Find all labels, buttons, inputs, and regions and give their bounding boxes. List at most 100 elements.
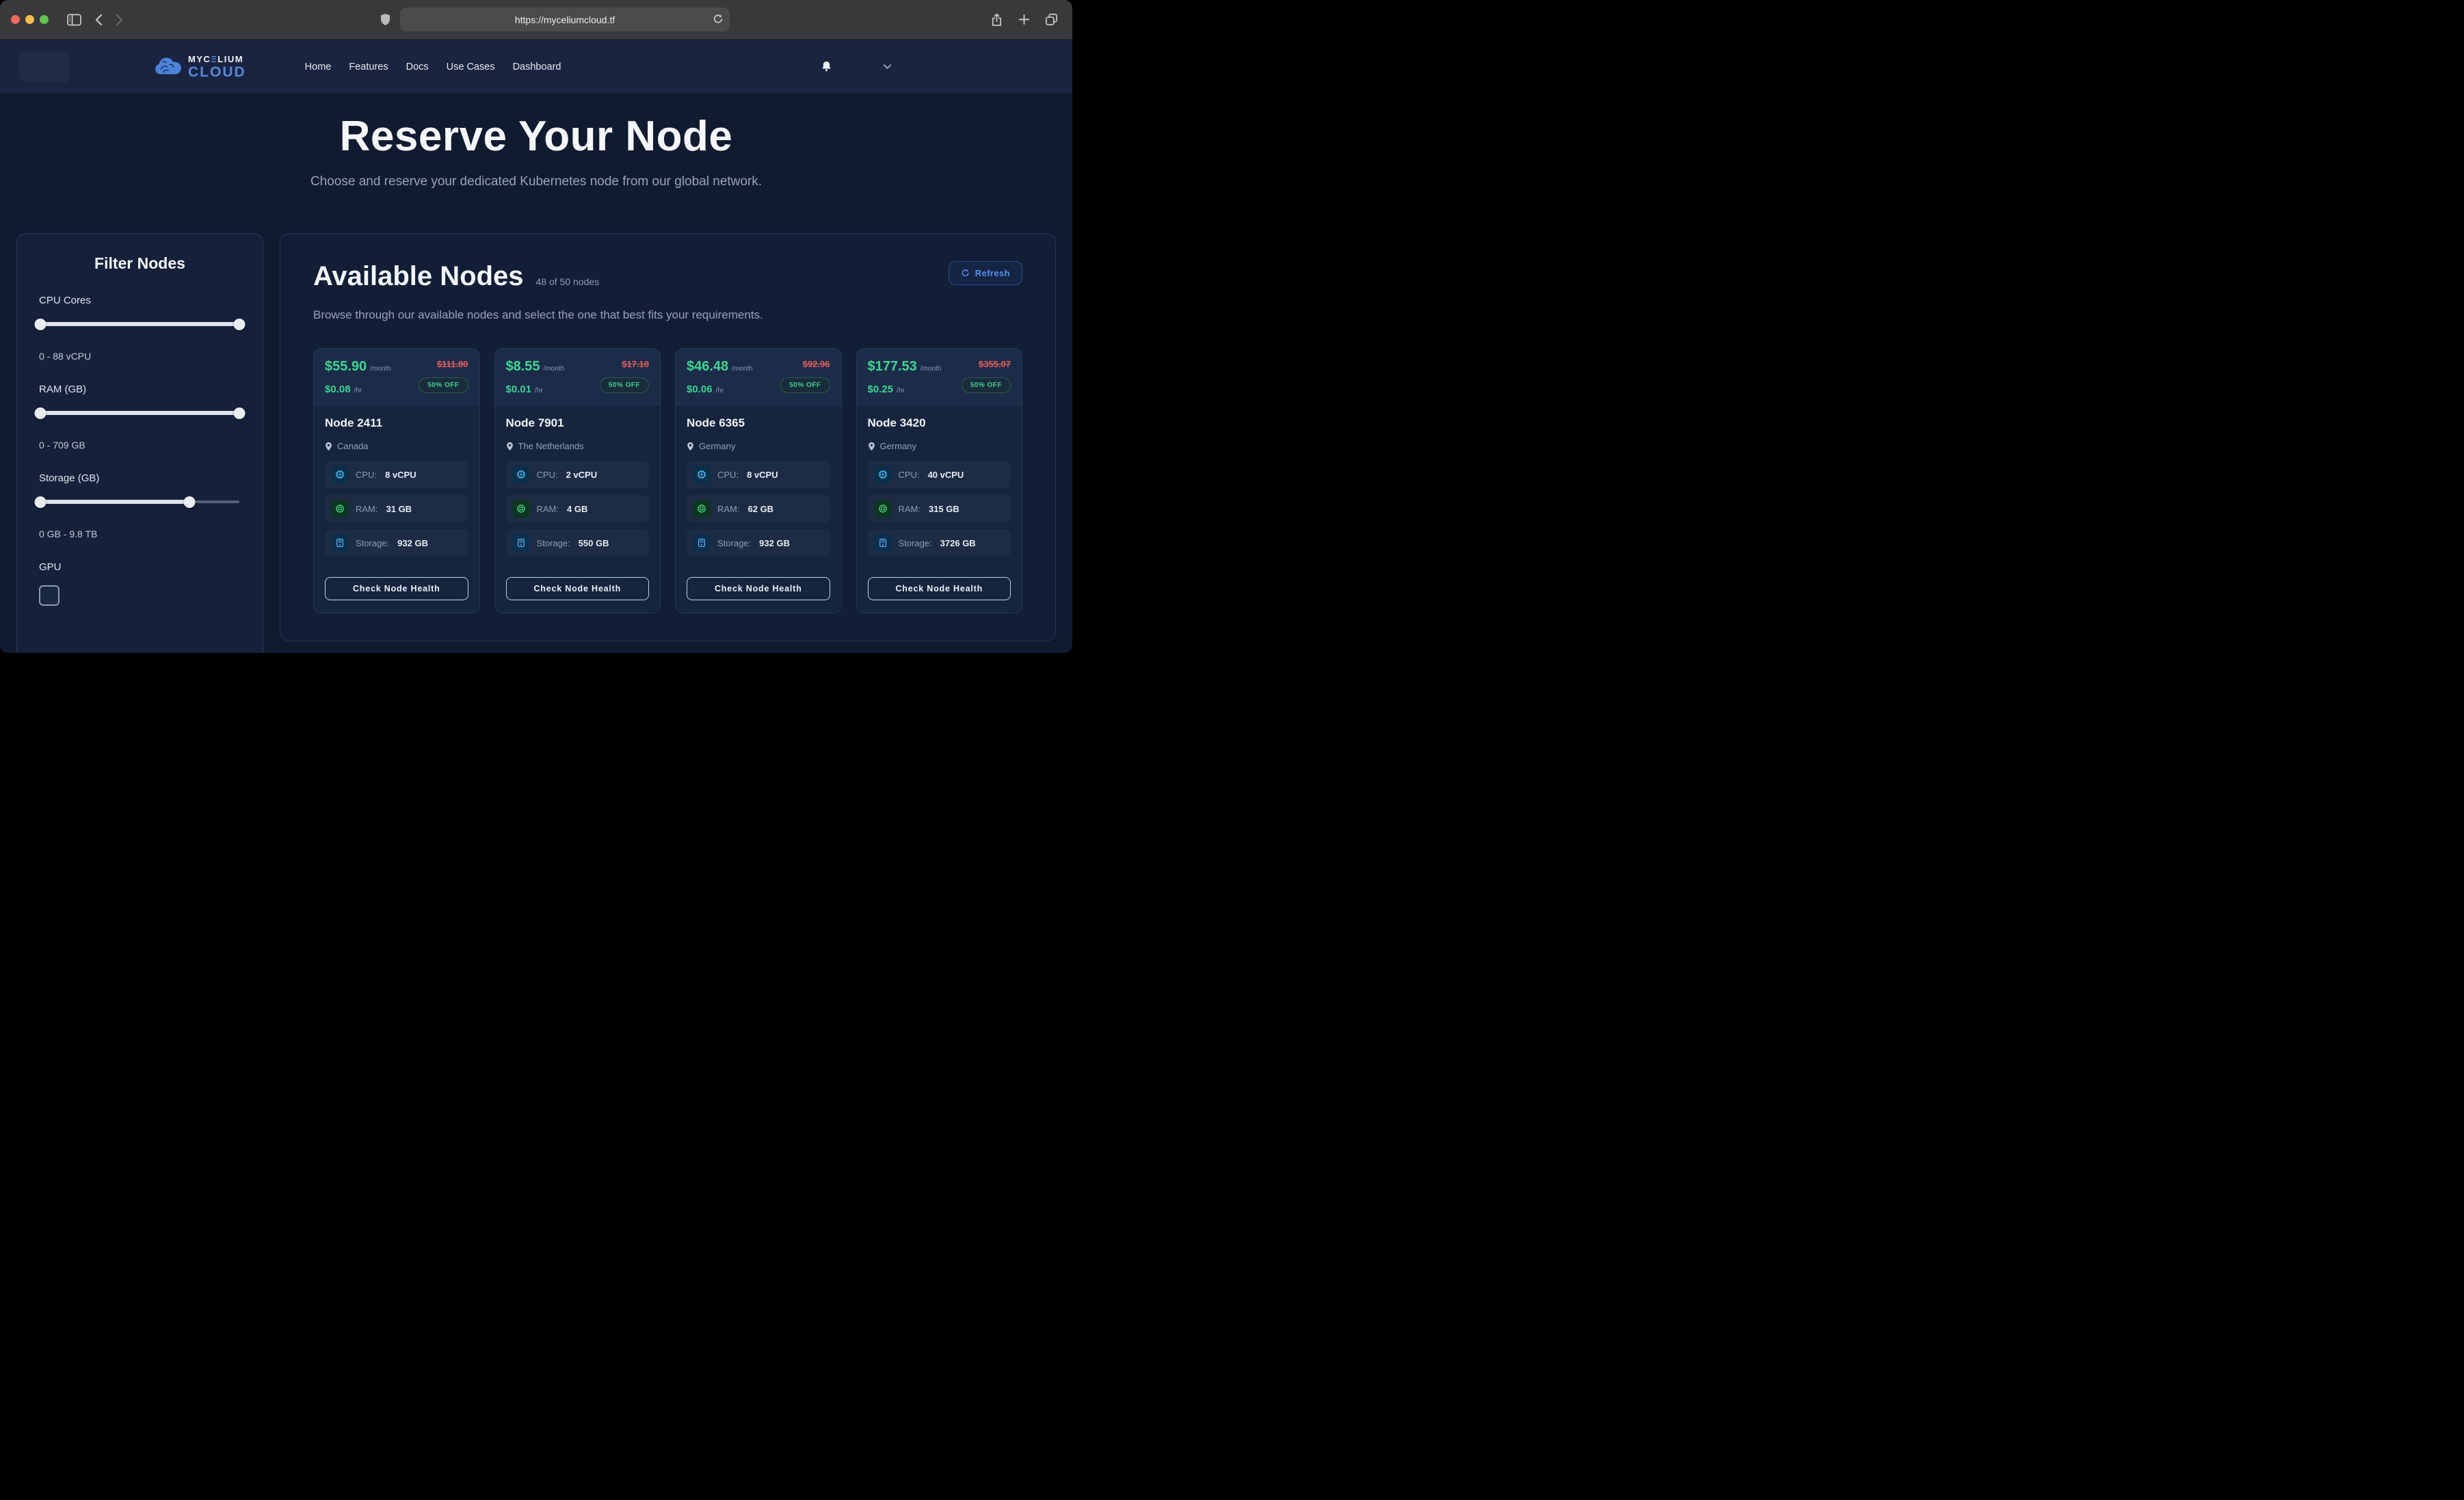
share-icon[interactable] [986,10,1007,30]
node-card: $46.48/month $0.06/hr $92.96 50% OFF [675,348,842,613]
monthly-price: $177.53 [868,359,917,374]
check-node-health-button[interactable]: Check Node Health [325,577,468,600]
slider-handle-max[interactable] [234,407,246,419]
per-hour-unit: /hr [897,387,905,394]
per-month-unit: /month [732,365,753,373]
monthly-price: $8.55 [506,359,540,374]
available-nodes-panel: Available Nodes 48 of 50 nodes Refresh B… [280,233,1056,641]
chrome-right-icons [986,10,1061,30]
cpu-spec-row: CPU: 8 vCPU [687,461,830,488]
slider-handle-min[interactable] [35,407,47,419]
sidebar-toggle-icon[interactable] [64,10,84,30]
new-tab-icon[interactable] [1014,10,1034,30]
check-node-health-button[interactable]: Check Node Health [868,577,1011,600]
ram-spec-row: RAM: 4 GB [506,495,650,522]
refresh-button[interactable]: Refresh [949,261,1022,285]
node-card: $8.55/month $0.01/hr $17.10 50% OFF [494,348,661,613]
storage-spec-row: Storage: 932 GB [325,529,468,557]
reload-icon[interactable] [713,14,724,25]
nodes-panel-header: Available Nodes 48 of 50 nodes Refresh [313,261,1022,292]
node-card: $55.90/month $0.08/hr $111.80 50% OFF [313,348,480,613]
refresh-label: Refresh [975,268,1010,278]
node-location: The Netherlands [506,441,650,451]
range-slider[interactable] [40,319,239,330]
slider-handle-max[interactable] [184,496,196,508]
original-price: $111.80 [437,359,468,369]
url-bar[interactable]: https://myceliumcloud.tf [400,8,730,31]
storage-label: Storage: [717,538,751,548]
card-pricing: $177.53/month $0.25/hr $355.07 50% OFF [857,349,1022,405]
nodes-subtitle: Browse through our available nodes and s… [313,308,1022,322]
monthly-price-line: $55.90/month [325,359,391,375]
bell-icon[interactable] [821,60,832,73]
card-body: Node 3420 Germany [857,405,1022,613]
cpu-spec-row: CPU: 2 vCPU [506,461,650,488]
ram-value: 315 GB [929,504,959,514]
map-pin-icon [506,442,514,451]
nav-link[interactable]: Dashboard [513,62,561,72]
logo-line2: CLOUD [188,65,246,79]
hard-drive-icon [693,534,711,552]
ram-label: RAM: [717,504,740,514]
check-node-health-button[interactable]: Check Node Health [687,577,830,600]
filter-range-text: 0 - 709 GB [39,440,241,451]
ram-value: 31 GB [386,504,412,514]
pricing-left: $46.48/month $0.06/hr [687,359,753,396]
cpu-label: CPU: [537,470,558,480]
filter-section: Storage (GB) 0 GB - 9.8 TB [39,472,241,539]
nav-right [821,60,1053,73]
original-price: $92.96 [803,359,830,369]
check-node-health-button[interactable]: Check Node Health [506,577,650,600]
node-name: Node 2411 [325,416,468,430]
storage-label: Storage: [899,538,932,548]
per-hour-unit: /hr [716,387,724,394]
close-button[interactable] [11,15,20,24]
per-month-unit: /month [920,365,942,373]
minimize-button[interactable] [25,15,34,24]
slider-handle-min[interactable] [35,319,47,330]
chevron-down-icon[interactable] [883,64,892,70]
per-month-unit: /month [370,365,391,373]
cpu-value: 2 vCPU [566,470,598,480]
monthly-price-line: $46.48/month [687,359,753,375]
url-text: https://myceliumcloud.tf [515,14,615,25]
range-slider[interactable] [40,407,239,419]
nav-link[interactable]: Features [349,62,388,72]
filter-label: RAM (GB) [39,384,241,395]
cpu-chip-icon [693,466,711,483]
filter-section: CPU Cores 0 - 88 vCPU [39,295,241,362]
map-pin-icon [868,442,875,451]
nav-link[interactable]: Home [305,62,332,72]
tab-overview-icon[interactable] [1041,10,1061,30]
hourly-price: $0.01 [506,384,532,395]
nav-link[interactable]: Use Cases [447,62,495,72]
location-text: The Netherlands [518,441,584,451]
refresh-icon [961,269,970,278]
card-body: Node 2411 Canada [314,405,479,613]
storage-label: Storage: [356,538,389,548]
range-slider[interactable] [40,496,239,508]
gpu-checkbox[interactable] [39,585,59,606]
ram-label: RAM: [537,504,559,514]
node-name: Node 3420 [868,416,1011,430]
pricing-right: $355.07 50% OFF [962,359,1011,396]
slider-handle-max[interactable] [234,319,246,330]
discount-badge: 50% OFF [600,377,649,393]
forward-icon[interactable] [109,10,129,30]
shield-icon[interactable] [380,13,390,26]
hourly-price-line: $0.25/hr [868,384,942,396]
node-card: $177.53/month $0.25/hr $355.07 50% OFF [856,348,1023,613]
back-icon[interactable] [88,10,109,30]
per-hour-unit: /hr [535,387,543,394]
zoom-button[interactable] [40,15,49,24]
pricing-left: $55.90/month $0.08/hr [325,359,391,396]
storage-value: 932 GB [759,538,790,548]
cpu-label: CPU: [717,470,739,480]
logo[interactable]: MYCΞLIUM CLOUD [153,55,246,79]
hourly-price: $0.08 [325,384,351,395]
ram-spec-row: RAM: 31 GB [325,495,468,522]
monthly-price-line: $177.53/month [868,359,942,375]
nav-link[interactable]: Docs [406,62,429,72]
storage-value: 3726 GB [940,538,976,548]
slider-handle-min[interactable] [35,496,47,508]
